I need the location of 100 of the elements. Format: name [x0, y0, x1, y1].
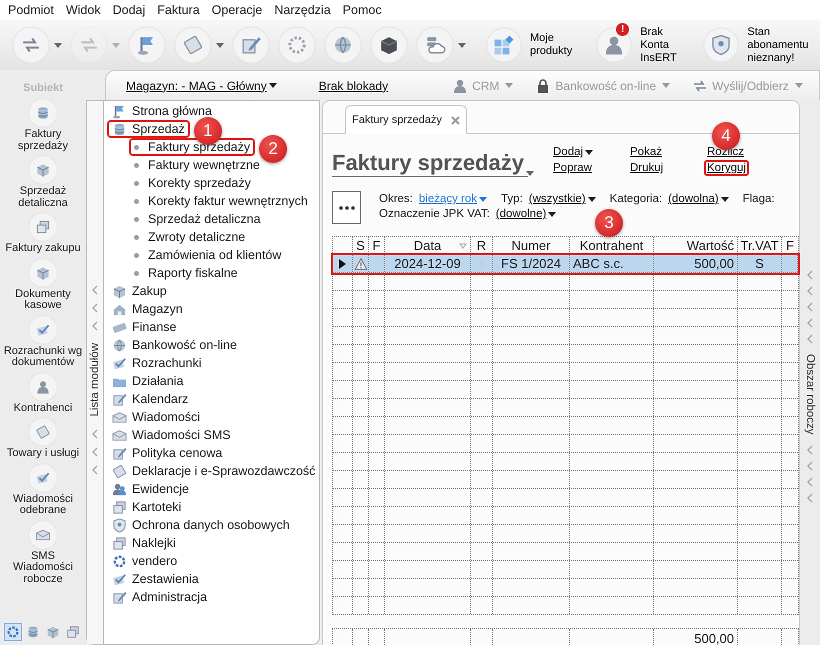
- document-tab[interactable]: Faktury sprzedaży: [345, 105, 467, 134]
- envelope-icon: [28, 520, 58, 550]
- shortcut-button[interactable]: Wiadomości odebrane: [0, 462, 86, 516]
- tree-item[interactable]: Korekty sprzedaży: [129, 174, 256, 192]
- tree-item[interactable]: Korekty faktur wewnętrznych: [129, 192, 313, 210]
- chevron-icon[interactable]: [806, 444, 814, 455]
- tree-item[interactable]: Kartoteki: [107, 498, 186, 516]
- shortcut-button[interactable]: SMS Wiadomości robocze: [0, 520, 86, 585]
- panel-title: Lista modułów: [89, 343, 101, 417]
- chevron-icon[interactable]: [806, 460, 814, 471]
- menu-item[interactable]: Narzędzia: [268, 3, 337, 17]
- pencil-icon: [112, 392, 127, 406]
- tree-item[interactable]: Finanse: [107, 318, 182, 336]
- filter-dropdown[interactable]: (dowolna): [668, 193, 729, 205]
- flag-icon: [128, 26, 166, 64]
- more-button[interactable]: [332, 191, 361, 224]
- toolbar-button[interactable]: Brak Konta InsERT !: [590, 26, 686, 64]
- tree-item[interactable]: Wiadomości: [107, 408, 206, 426]
- toolbar-button[interactable]: [10, 26, 64, 64]
- envelope-icon: [112, 410, 127, 424]
- chevron-icon[interactable]: [806, 492, 814, 503]
- column-header[interactable]: F: [782, 237, 798, 254]
- tree-item[interactable]: Ochrona danych osobowych: [107, 516, 295, 534]
- tree-item[interactable]: Zamówienia od klientów: [129, 246, 286, 264]
- tree-item[interactable]: Zwroty detaliczne: [129, 228, 250, 246]
- toolbar-button[interactable]: Stan abonamentu nieznany!: [697, 26, 820, 64]
- arrow-icon: [692, 78, 708, 94]
- tree-item[interactable]: Administracja: [107, 588, 212, 606]
- shortcut-button[interactable]: Dokumenty kasowe: [0, 258, 86, 312]
- caret-icon: [794, 83, 803, 88]
- tree-item[interactable]: Raporty fiskalne: [129, 264, 243, 282]
- pencil-icon: [232, 26, 270, 64]
- caret-icon: [662, 83, 670, 88]
- caret-icon: [720, 196, 729, 202]
- tree-item[interactable]: Zestawienia: [107, 570, 204, 588]
- caret-icon: [526, 171, 534, 176]
- tree-item[interactable]: Deklaracje i e-Sprawozdawczość: [107, 462, 320, 480]
- tree-item-label: Raporty fiskalne: [148, 266, 238, 280]
- toolbar-button[interactable]: [414, 26, 468, 64]
- chevron-icon[interactable]: [91, 428, 99, 439]
- more-icon: [338, 206, 354, 210]
- view-button[interactable]: [4, 623, 22, 641]
- shortcut-button[interactable]: Sprzedaż detaliczna: [0, 155, 86, 209]
- sort-icon: [459, 243, 467, 249]
- chevron-icon[interactable]: [91, 464, 99, 475]
- tree-item[interactable]: Bankowość on-line: [107, 336, 242, 354]
- chevron-icon[interactable]: [806, 476, 814, 487]
- shield-icon: [112, 518, 127, 532]
- menu-item[interactable]: Widok: [60, 3, 107, 17]
- tree-item[interactable]: Sprzedaż detaliczna: [129, 210, 266, 228]
- tree-item-label: Ochrona danych osobowych: [132, 518, 290, 532]
- filter-dropdown[interactable]: (dowolne): [496, 208, 556, 220]
- menu-item[interactable]: Dodaj: [106, 3, 152, 17]
- toolbar-button[interactable]: Moje produkty: [480, 27, 578, 63]
- tree-item[interactable]: Ewidencje: [107, 480, 194, 498]
- box-icon: [28, 155, 58, 185]
- action-link[interactable]: Drukuj: [627, 160, 666, 176]
- close-icon[interactable]: [451, 116, 460, 124]
- shortcut-button[interactable]: Rozrachunki wg dokumentów: [0, 314, 86, 368]
- shortcut-button[interactable]: Faktury sprzedaży: [0, 98, 86, 152]
- menu-item[interactable]: Faktura: [151, 3, 206, 17]
- pencil-icon: [112, 590, 127, 604]
- table-cell: S: [738, 255, 782, 272]
- warehouse-link[interactable]: Magazyn: - MAG - Główny: [126, 78, 277, 92]
- filter-dropdown[interactable]: (wszystkie): [528, 193, 596, 205]
- tree-item-label: Zwroty detaliczne: [148, 230, 246, 244]
- tree-item[interactable]: Polityka cenowa: [107, 444, 228, 462]
- chevron-icon[interactable]: [91, 446, 99, 457]
- shortcut-button[interactable]: Towary i usługi: [0, 417, 86, 460]
- tree-item-label: Zamówienia od klientów: [148, 248, 282, 262]
- tree-item-label: Administracja: [132, 590, 208, 604]
- tree-item[interactable]: Działania: [107, 372, 188, 390]
- action-link[interactable]: Pokaż: [627, 144, 665, 160]
- filter-label: Oznaczenie JPK VAT:: [379, 208, 490, 220]
- shortcut-button[interactable]: Kontrahenci: [0, 372, 86, 414]
- tree-item[interactable]: Kalendarz: [107, 390, 194, 408]
- lock-link[interactable]: Brak blokady: [318, 78, 388, 92]
- tree-item-label: vendero: [132, 554, 178, 568]
- envelope-icon: [112, 428, 127, 442]
- tree-item[interactable]: vendero: [107, 552, 182, 570]
- menu-item[interactable]: Podmiot: [2, 3, 60, 17]
- tree-item[interactable]: Magazyn: [107, 300, 188, 318]
- action-link[interactable]: Popraw: [550, 160, 595, 176]
- shortcut-button[interactable]: Faktury zakupu: [0, 212, 86, 254]
- tree-item[interactable]: Zakup: [107, 282, 172, 300]
- menu-item[interactable]: Pomoc: [336, 3, 388, 17]
- row-pointer-icon: [339, 258, 346, 268]
- pencil-icon: [112, 446, 127, 460]
- menu-item[interactable]: Operacje: [206, 3, 268, 17]
- table-cell: 500,00: [654, 255, 738, 272]
- action-link[interactable]: Dodaj: [550, 144, 596, 160]
- warning-icon: [354, 256, 368, 270]
- tree-item[interactable]: Wiadomości SMS: [107, 426, 236, 444]
- tree-item[interactable]: Rozrachunki: [107, 354, 206, 372]
- check-icon: [112, 356, 127, 370]
- tree-item[interactable]: Strona główna: [107, 102, 217, 120]
- tree-item[interactable]: Naklejki: [107, 534, 181, 552]
- toolbar-button[interactable]: [368, 26, 410, 64]
- toolbar-button[interactable]: [230, 26, 272, 64]
- filter-dropdown[interactable]: bieżący rok: [418, 193, 488, 205]
